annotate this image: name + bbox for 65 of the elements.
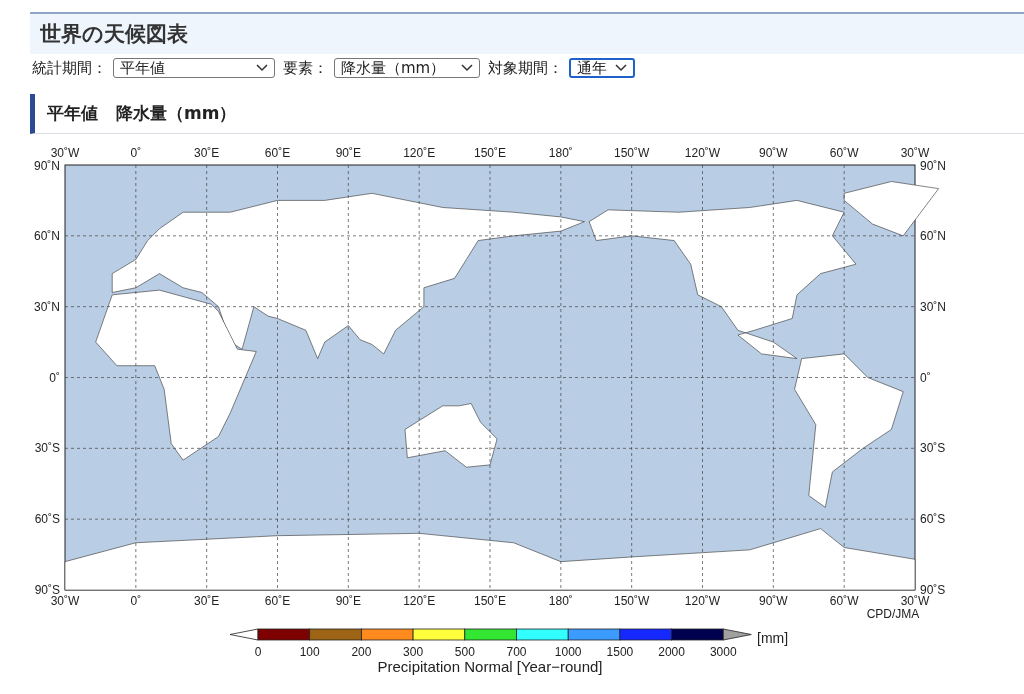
credit-text: CPD/JMA: [866, 607, 920, 621]
chevron-down-icon: [256, 64, 268, 72]
longitude-label: 30˚E: [194, 594, 220, 608]
longitude-label: 120˚W: [684, 146, 721, 160]
longitude-label: 30˚W: [50, 146, 80, 160]
longitude-label: 150˚E: [474, 146, 506, 160]
longitude-label: 150˚W: [614, 594, 650, 608]
latitude-label: 60˚S: [920, 512, 946, 527]
longitude-label: 120˚E: [403, 594, 436, 608]
longitude-label: 180˚: [548, 146, 573, 160]
scale-tick-label: 2000: [658, 645, 685, 659]
latitude-label: 60˚N: [34, 228, 60, 243]
scale-tick-label: 3000: [709, 645, 737, 659]
latitude-label: 30˚N: [34, 299, 60, 314]
scale-tick-label: 200: [351, 645, 372, 659]
longitude-label: 30˚W: [900, 146, 930, 160]
longitude-label: 90˚E: [335, 594, 361, 608]
latitude-label: 30˚S: [920, 441, 946, 456]
latitude-label: 60˚N: [920, 228, 946, 243]
dropdown-select[interactable]: 降水量（mm）: [334, 58, 480, 78]
longitude-label: 30˚W: [900, 594, 930, 608]
longitude-label: 60˚E: [264, 594, 291, 608]
filter-label: 対象期間：: [488, 58, 563, 78]
scale-tick-label: 1500: [606, 645, 634, 659]
filter-label: 統計期間：: [32, 58, 107, 78]
latitude-label: 0˚: [920, 370, 931, 385]
scale-tick-label: 500: [454, 645, 475, 659]
scale-tick-label: 100: [299, 645, 320, 659]
longitude-label: 120˚E: [403, 146, 436, 160]
longitude-label: 0˚: [130, 594, 142, 608]
longitude-label: 150˚W: [614, 146, 650, 160]
longitude-label: 60˚E: [264, 146, 291, 160]
scale-title: Precipitation Normal [Year−round]: [377, 658, 603, 675]
longitude-label: 90˚W: [759, 594, 788, 608]
longitude-label: 60˚W: [829, 594, 859, 608]
dropdown-select[interactable]: 通年: [569, 58, 635, 78]
unit-label: [mm]: [757, 630, 789, 646]
latitude-label: 90˚N: [920, 159, 946, 173]
filter-label: 要素：: [283, 58, 328, 78]
longitude-label: 60˚W: [829, 146, 859, 160]
longitude-label: 30˚W: [50, 594, 80, 608]
latitude-label: 30˚S: [34, 441, 60, 456]
section-heading: 平年値: [47, 102, 98, 125]
longitude-label: 150˚E: [474, 594, 506, 608]
scale-tick-label: 300: [403, 645, 424, 659]
longitude-label: 0˚: [130, 146, 142, 160]
longitude-label: 90˚E: [335, 146, 361, 160]
longitude-label: 90˚W: [759, 146, 788, 160]
latitude-label: 60˚S: [34, 512, 60, 527]
latitude-label: 90˚N: [34, 159, 60, 173]
section-heading: 降水量（mm）: [116, 102, 237, 125]
scale-tick-label: 700: [506, 645, 527, 659]
longitude-label: 120˚W: [684, 594, 721, 608]
page-title: 世界の天候図表: [30, 12, 1024, 54]
scale-tick-label: 1000: [554, 645, 582, 659]
dropdown-select[interactable]: 平年値: [113, 58, 275, 78]
latitude-label: 90˚S: [920, 583, 946, 597]
longitude-label: 30˚E: [194, 146, 220, 160]
chevron-down-icon: [615, 64, 627, 72]
longitude-label: 180˚: [548, 594, 573, 608]
scale-tick-label: 0: [254, 645, 262, 659]
chevron-down-icon: [461, 64, 473, 72]
latitude-label: 30˚N: [920, 299, 946, 314]
latitude-label: 0˚: [49, 370, 60, 385]
latitude-label: 90˚S: [34, 583, 60, 597]
